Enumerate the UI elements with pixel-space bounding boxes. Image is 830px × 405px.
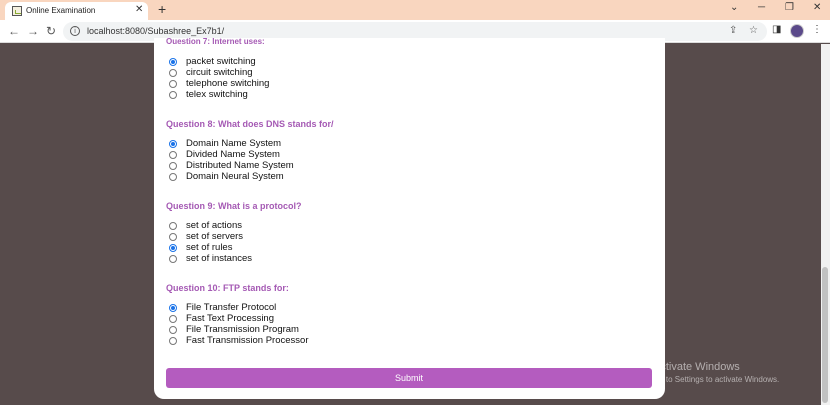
- tab-title: Online Examination: [26, 6, 96, 15]
- activate-windows-hint: Go to Settings to activate Windows.: [653, 375, 780, 384]
- side-panel-icon[interactable]: ◨: [772, 24, 781, 35]
- radio-button[interactable]: [169, 326, 177, 334]
- browser-tab[interactable]: Online Examination ✕: [5, 2, 148, 20]
- tab-search-icon[interactable]: ⌄: [730, 2, 738, 13]
- radio-button[interactable]: [169, 162, 177, 170]
- reload-button[interactable]: ↻: [46, 24, 56, 38]
- radio-button[interactable]: [169, 80, 177, 88]
- close-tab-icon[interactable]: ✕: [135, 4, 143, 15]
- browser-titlebar: Online Examination ✕ + ⌄ ─ ❐ ✕: [0, 0, 830, 20]
- info-icon[interactable]: i: [70, 26, 80, 36]
- radio-button[interactable]: [169, 140, 177, 148]
- radio-button[interactable]: [169, 173, 177, 181]
- radio-button[interactable]: [169, 315, 177, 323]
- question-title: Question 10: FTP stands for:: [166, 283, 289, 293]
- close-window-button[interactable]: ✕: [813, 2, 821, 13]
- question-title: Question 9: What is a protocol?: [166, 201, 302, 211]
- radio-button[interactable]: [169, 222, 177, 230]
- minimize-button[interactable]: ─: [758, 2, 765, 13]
- scrollbar-thumb[interactable]: [822, 267, 828, 403]
- radio-button[interactable]: [169, 58, 177, 66]
- radio-button[interactable]: [169, 255, 177, 263]
- url-text[interactable]: localhost:8080/Subashree_Ex7b1/: [87, 26, 224, 36]
- back-button[interactable]: ←: [8, 24, 20, 38]
- radio-button[interactable]: [169, 233, 177, 241]
- question-title: Question 8: What does DNS stands for/: [166, 119, 334, 129]
- menu-icon[interactable]: ⋮: [812, 24, 822, 35]
- radio-button[interactable]: [169, 337, 177, 345]
- question-title-partial: Question 7: Internet uses:: [166, 37, 265, 44]
- new-tab-button[interactable]: +: [158, 1, 166, 17]
- radio-button[interactable]: [169, 304, 177, 312]
- favicon-icon: [12, 6, 22, 16]
- bookmark-star-icon[interactable]: ☆: [749, 25, 758, 36]
- submit-button[interactable]: Submit: [166, 368, 652, 388]
- activate-windows-watermark: Activate Windows: [653, 361, 740, 373]
- radio-button[interactable]: [169, 244, 177, 252]
- radio-button[interactable]: [169, 69, 177, 77]
- page-scrollbar[interactable]: [821, 44, 830, 405]
- restore-button[interactable]: ❐: [785, 2, 794, 13]
- share-icon[interactable]: ⇪: [729, 25, 737, 36]
- profile-avatar[interactable]: [790, 24, 804, 38]
- forward-button[interactable]: →: [27, 24, 39, 38]
- radio-button[interactable]: [169, 151, 177, 159]
- radio-button[interactable]: [169, 91, 177, 99]
